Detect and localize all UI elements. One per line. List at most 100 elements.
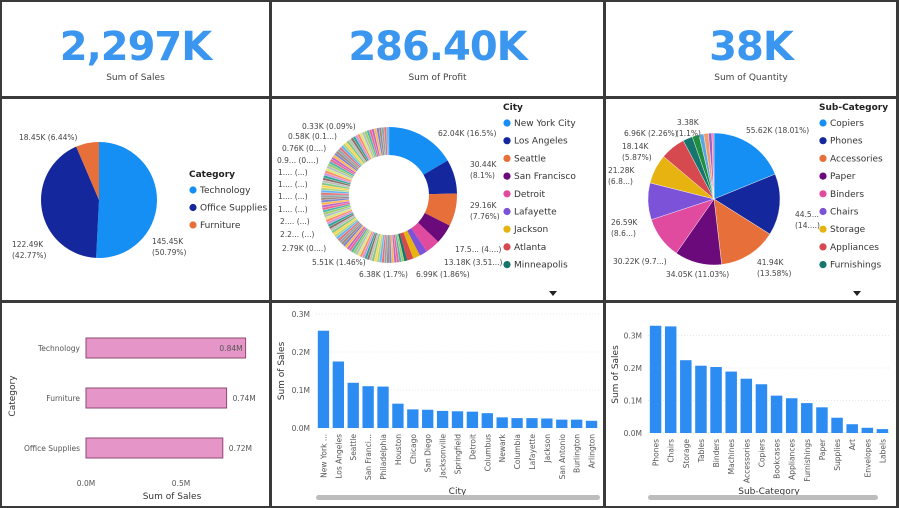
city-bar-xtick-9: Springfield <box>454 434 463 475</box>
city-donut-label-1b: (8.1%) <box>470 171 495 180</box>
city-legend-marker-3 <box>503 172 511 180</box>
city-bar-bar-13 <box>511 418 523 428</box>
subcategory-pie-label-5: 26.59K <box>611 218 638 227</box>
category-legend-item-0: Technology <box>199 186 251 196</box>
city-bar-xtick-3: San Franci... <box>364 434 373 480</box>
city-bar-xtick-5: Houston <box>394 434 403 465</box>
subcategory-pie-label-5b: (8.6...) <box>611 229 636 238</box>
city-bar-ytick-3: 0.3M <box>292 310 310 319</box>
category-bar-2 <box>85 437 224 459</box>
city-bar-xtick-16: San Antonio <box>558 434 567 480</box>
subcategory-bar-xtick-8: Bookcases <box>773 439 782 479</box>
subcategory-bar-bar-8 <box>770 395 783 433</box>
city-donut-minor-label-0: 2.2... (...) <box>280 230 315 239</box>
subcategory-bar-bar-15 <box>876 429 889 433</box>
subcategory-legend-item-6: Storage <box>830 225 866 235</box>
subcategory-pie-label-2: 41.94K <box>757 258 784 267</box>
category-legend-title: Category <box>189 170 235 180</box>
subcategory-bar-bar-0 <box>649 325 662 433</box>
subcategory-legend-marker-1 <box>819 137 827 145</box>
city-legend-item-1: Los Angeles <box>514 137 568 147</box>
city-legend-title: City <box>503 103 523 113</box>
city-bar-xtick-6: Chicago <box>409 434 418 465</box>
subcategory-pie-label-2b: (13.58%) <box>757 269 792 278</box>
category-bar-chart: Technology 0.84M Furniture 0.74M Office Supp… <box>8 337 256 502</box>
kpi-card-sales: 2,297K Sum of Sales <box>2 2 269 96</box>
city-donut-minor-label-6: 0.9... (0....) <box>277 156 319 165</box>
city-bar-xtick-17: Burlington <box>573 434 582 473</box>
city-bar-xtick-10: Detroit <box>468 434 477 460</box>
category-pie-slice-0 <box>96 142 157 258</box>
city-legend-item-0: New York City <box>514 119 576 129</box>
city-donut-label-7: 5.51K (1.46%) <box>312 258 366 267</box>
subcategory-pie-label-1b: (14....) <box>795 221 820 230</box>
city-bar-bar-10 <box>466 411 479 428</box>
city-bar-bar-7 <box>422 409 434 428</box>
subcategory-legend-marker-3 <box>819 172 827 180</box>
subcategory-bar-bar-6 <box>740 378 753 433</box>
city-legend-item-6: Jackson <box>513 225 548 235</box>
subcategory-bar-card: 0.0M 0.1M 0.2M 0.3M Phones Chairs Storage Table… <box>606 303 896 506</box>
category-bar-ylabel: Category <box>8 375 18 417</box>
subcategory-bar-bar-3 <box>695 365 707 433</box>
subcategory-bar-xtick-14: Envelopes <box>863 439 872 478</box>
city-bar-xtick-14: Lafayette <box>528 434 537 470</box>
city-bar-ytick-2: 0.2M <box>292 348 310 357</box>
subcategory-legend-marker-0 <box>819 119 827 127</box>
city-legend-marker-6 <box>503 225 511 233</box>
subcategory-pie-label-10: (1.1%) <box>676 129 701 138</box>
city-donut-minor-label-2: 1.... (...) <box>278 205 308 214</box>
city-bar-xtick-15: Jackson <box>543 434 552 464</box>
category-pie-chart: 145.45K (50.79%) 122.49K (42.77%) 18.45K (6.… <box>12 133 268 260</box>
city-donut-label-3: 17.5... (4....) <box>455 245 501 254</box>
subcategory-pie-chart: 55.62K (18.01%) 44.5... (14....) 41.94K (13.… <box>608 103 888 296</box>
subcategory-pie-label-8: 6.96K (2.26%) <box>624 129 678 138</box>
subcategory-bar-xtick-2: Storage <box>682 439 691 469</box>
kpi-value-sales: 2,297K <box>59 24 213 70</box>
city-legend-marker-2 <box>503 154 511 162</box>
city-donut-minor-label-5: 1.... (...) <box>278 168 308 177</box>
subcategory-legend-marker-5 <box>819 207 827 216</box>
city-bar-xtick-11: Columbus <box>483 434 492 471</box>
city-bar-xtick-13: Columbia <box>513 434 522 469</box>
city-legend-marker-5 <box>503 207 511 216</box>
city-legend-marker-8 <box>503 261 511 269</box>
category-bar-1 <box>85 387 228 409</box>
category-pie-label-value-1: 122.49K <box>12 240 44 249</box>
city-donut-label-5: 6.99K (1.86%) <box>416 270 470 279</box>
kpi-label-sales: Sum of Sales <box>106 73 165 83</box>
subcategory-legend-marker-6 <box>819 225 827 233</box>
category-bar-value-label-0: 0.84M <box>219 344 242 353</box>
city-bar-xtick-2: Seattle <box>349 434 358 461</box>
subcategory-pie-label-7b: (5.87%) <box>622 153 652 162</box>
subcategory-bar-bar-4 <box>710 367 722 433</box>
category-pie-card: 145.45K (50.79%) 122.49K (42.77%) 18.45K (6.… <box>2 99 269 300</box>
subcategory-legend-item-4: Binders <box>830 190 864 200</box>
subcategory-legend-item-2: Accessories <box>830 154 883 164</box>
subcategory-chart-scrollbar[interactable] <box>648 495 878 500</box>
city-chart-scrollbar[interactable] <box>316 495 600 500</box>
category-pie-label-pct-1: (42.77%) <box>12 251 47 260</box>
kpi-value-profit: 286.40K <box>348 24 527 70</box>
subcategory-pie-label-6: 21.28K <box>608 166 635 175</box>
city-bar-bar-16 <box>556 419 568 428</box>
subcategory-bar-xtick-11: Paper <box>818 438 827 460</box>
subcategory-bar-bar-11 <box>816 407 828 433</box>
kpi-label-profit: Sum of Profit <box>408 73 467 83</box>
subcategory-bar-xtick-5: Machines <box>727 439 736 474</box>
city-bar-bar-15 <box>541 418 553 428</box>
city-legend-item-8: Minneapolis <box>514 261 568 271</box>
city-donut-minor-label-1: 2.... (...) <box>280 217 310 226</box>
subcategory-bar-bar-9 <box>785 398 798 433</box>
city-bar-bar-2 <box>347 382 359 428</box>
city-bar-xtick-0: New York ... <box>319 434 328 478</box>
city-legend-item-2: Seattle <box>514 154 546 164</box>
city-bar-xtick-8: Jacksonville <box>439 434 448 479</box>
subcategory-bar-ytick-2: 0.2M <box>624 364 642 373</box>
subcategory-bar-xtick-15: Labels <box>878 439 887 463</box>
category-bar-card: Technology 0.84M Furniture 0.74M Office Supp… <box>2 303 269 506</box>
city-bar-ylabel: Sum of Sales <box>277 341 287 400</box>
city-donut-label-1: 30.44K <box>470 160 497 169</box>
city-legend-marker-7 <box>503 243 511 251</box>
city-legend-marker-4 <box>503 190 511 198</box>
